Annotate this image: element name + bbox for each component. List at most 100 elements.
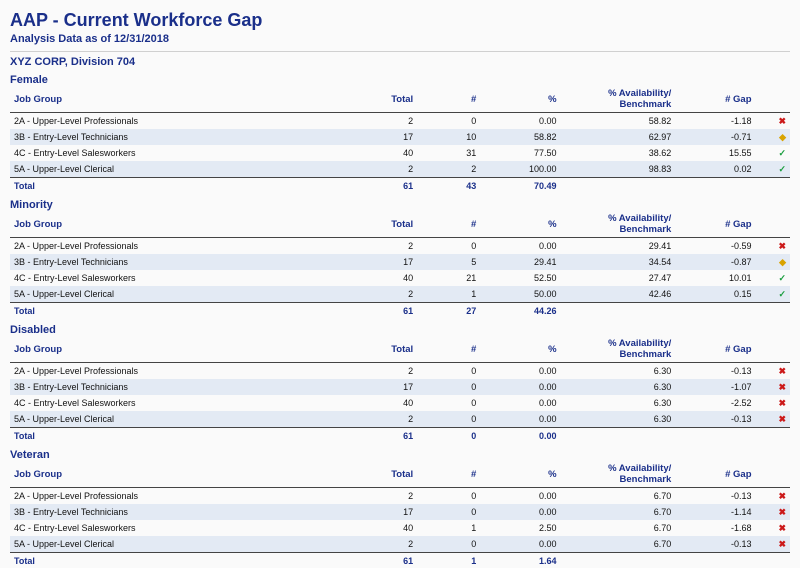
check-icon: ✓	[756, 286, 790, 303]
cell: 2A - Upper-Level Professionals	[10, 363, 354, 380]
cell: 3B - Entry-Level Technicians	[10, 379, 354, 395]
cell: 6.30	[561, 395, 676, 411]
table-row: 2A - Upper-Level Professionals200.0029.4…	[10, 238, 790, 255]
cell: 10	[417, 129, 480, 145]
table-row: 5A - Upper-Level Clerical200.006.70-0.13…	[10, 536, 790, 553]
cell: 5A - Upper-Level Clerical	[10, 411, 354, 428]
x-icon: ✖	[756, 411, 790, 428]
total-row: Total614370.49	[10, 178, 790, 194]
cell: 0	[417, 504, 480, 520]
group-container: FemaleJob GroupTotal#%% Availability/ Be…	[10, 74, 790, 568]
check-icon: ✓	[756, 145, 790, 161]
cell: 1	[417, 286, 480, 303]
cell: 2	[354, 363, 417, 380]
cell: 17	[354, 504, 417, 520]
total-cell: 1	[417, 553, 480, 568]
table-row: 3B - Entry-Level Technicians17529.4134.5…	[10, 254, 790, 270]
cell: 0.00	[480, 504, 560, 520]
cell: 15.55	[675, 145, 755, 161]
cell: 6.70	[561, 504, 676, 520]
diamond-icon: ◆	[756, 254, 790, 270]
x-icon: ✖	[756, 504, 790, 520]
cell: -0.13	[675, 363, 755, 380]
x-icon: ✖	[756, 536, 790, 553]
cell: 3B - Entry-Level Technicians	[10, 504, 354, 520]
column-header: % Availability/ Benchmark	[561, 336, 676, 363]
report-page: AAP - Current Workforce Gap Analysis Dat…	[10, 10, 790, 568]
table-row: 3B - Entry-Level Technicians1700.006.30-…	[10, 379, 790, 395]
cell: 62.97	[561, 129, 676, 145]
table-row: 5A - Upper-Level Clerical22100.0098.830.…	[10, 161, 790, 178]
column-header: Job Group	[10, 211, 354, 238]
cell: 0	[417, 363, 480, 380]
total-cell: 70.49	[480, 178, 560, 194]
cell: 2	[354, 286, 417, 303]
cell: 6.70	[561, 488, 676, 505]
cell: -0.87	[675, 254, 755, 270]
column-header: #	[417, 461, 480, 488]
cell: 4C - Entry-Level Salesworkers	[10, 395, 354, 411]
group-table: Job Group Total #%% Availability/ Benchmar…	[10, 461, 790, 568]
group-table: Job GroupTotal#%% Availability/ Benchmar…	[10, 86, 790, 193]
cell: 2	[354, 488, 417, 505]
cell: 0.02	[675, 161, 755, 178]
group-table: Job GroupTotal#%% Availability/ Benchmar…	[10, 336, 790, 443]
cell: 98.83	[561, 161, 676, 178]
column-header: %	[480, 336, 560, 363]
cell: 4C - Entry-Level Salesworkers	[10, 145, 354, 161]
cell: 29.41	[561, 238, 676, 255]
cell: 6.70	[561, 536, 676, 553]
column-header: % Availability/ Benchmark	[561, 86, 676, 113]
column-header: #	[417, 336, 480, 363]
cell: -1.18	[675, 113, 755, 130]
cell: 0.00	[480, 379, 560, 395]
total-cell: Total	[10, 428, 354, 444]
cell: 17	[354, 254, 417, 270]
total-row: Total6100.00	[10, 428, 790, 444]
group-heading: Female	[10, 74, 790, 86]
cell: 2	[417, 161, 480, 178]
total-cell: Total	[10, 553, 354, 568]
total-cell	[675, 303, 755, 319]
x-icon: ✖	[756, 395, 790, 411]
cell: -0.13	[675, 488, 755, 505]
cell: 2	[354, 411, 417, 428]
total-cell: 44.26	[480, 303, 560, 319]
cell: 77.50	[480, 145, 560, 161]
cell: -1.07	[675, 379, 755, 395]
cell: 0	[417, 488, 480, 505]
group-heading: Minority	[10, 199, 790, 211]
column-header: Job Group	[10, 461, 354, 488]
table-row: 2A - Upper-Level Professionals200.006.30…	[10, 363, 790, 380]
cell: 40	[354, 395, 417, 411]
cell: 6.30	[561, 379, 676, 395]
cell: 5A - Upper-Level Clerical	[10, 161, 354, 178]
table-row: 4C - Entry-Level Salesworkers402152.5027…	[10, 270, 790, 286]
group-table: Job GroupTotal#%% Availability/ Benchmar…	[10, 211, 790, 318]
total-row: Total6111.64	[10, 553, 790, 568]
column-header: %	[480, 86, 560, 113]
column-header: %	[480, 461, 560, 488]
cell: 100.00	[480, 161, 560, 178]
x-icon: ✖	[756, 379, 790, 395]
table-row: 3B - Entry-Level Technicians171058.8262.…	[10, 129, 790, 145]
cell: -0.13	[675, 536, 755, 553]
column-header: % Availability/ Benchmark	[561, 461, 676, 488]
column-header: # Gap	[675, 211, 755, 238]
cell: -0.13	[675, 411, 755, 428]
cell: 1	[417, 520, 480, 536]
column-header: # Gap	[675, 461, 755, 488]
column-header: Total	[354, 86, 417, 113]
column-header	[756, 211, 790, 238]
cell: 0.00	[480, 411, 560, 428]
total-cell: 61	[354, 428, 417, 444]
column-header: Total	[354, 336, 417, 363]
cell: -2.52	[675, 395, 755, 411]
cell: 42.46	[561, 286, 676, 303]
total-cell: 43	[417, 178, 480, 194]
table-row: 2A - Upper-Level Professionals200.006.70…	[10, 488, 790, 505]
cell: 34.54	[561, 254, 676, 270]
total-cell	[756, 178, 790, 194]
total-cell: 27	[417, 303, 480, 319]
cell: 17	[354, 379, 417, 395]
